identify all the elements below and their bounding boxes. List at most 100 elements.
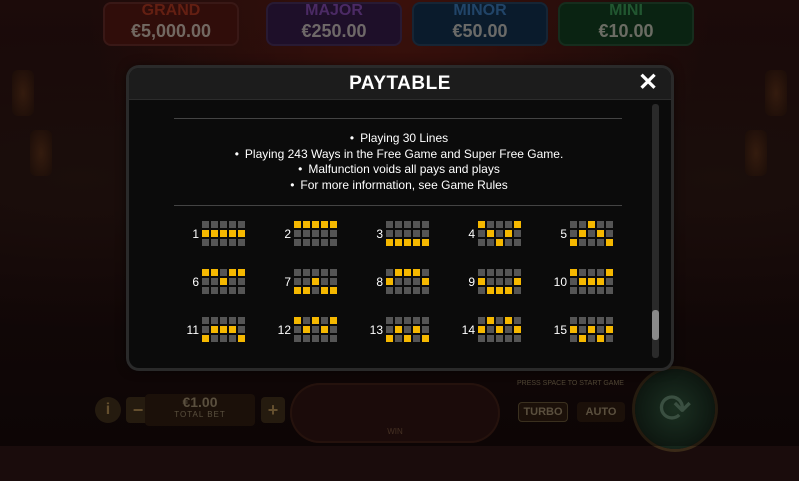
payline-cell	[395, 287, 402, 294]
payline-number: 13	[369, 323, 383, 337]
payline-cell	[303, 230, 310, 237]
payline-cell	[386, 230, 393, 237]
payline-cell	[413, 326, 420, 333]
payline-cell	[514, 326, 521, 333]
payline-cell	[395, 221, 402, 228]
scrollbar-thumb[interactable]	[652, 310, 659, 340]
payline-cell	[487, 278, 494, 285]
payline-number: 5	[560, 227, 567, 241]
payline-cell	[413, 317, 420, 324]
payline-cell	[238, 317, 245, 324]
payline-cell	[395, 230, 402, 237]
payline-number: 3	[376, 227, 383, 241]
payline-cell	[202, 239, 209, 246]
payline-cell	[514, 269, 521, 276]
payline-cell	[303, 239, 310, 246]
payline-cell	[478, 335, 485, 342]
payline-12: 12	[263, 315, 355, 345]
payline-cell	[303, 287, 310, 294]
payline-cell	[413, 239, 420, 246]
note-item: For more information, see Game Rules	[169, 178, 629, 194]
payline-cell	[422, 239, 429, 246]
payline-cell	[395, 239, 402, 246]
payline-cell	[570, 221, 577, 228]
payline-cell	[487, 326, 494, 333]
payline-cell	[330, 317, 337, 324]
payline-cell	[202, 335, 209, 342]
payline-cell	[220, 287, 227, 294]
payline-cell	[514, 287, 521, 294]
payline-cell	[588, 221, 595, 228]
payline-cell	[514, 278, 521, 285]
payline-cell	[570, 239, 577, 246]
payline-cell	[321, 230, 328, 237]
payline-cell	[321, 317, 328, 324]
payline-cell	[514, 230, 521, 237]
payline-cell	[330, 287, 337, 294]
payline-cell	[220, 278, 227, 285]
payline-cell	[294, 221, 301, 228]
payline-15: 15	[539, 315, 631, 345]
paytable-modal: PAYTABLE ✕ Playing 30 Lines Playing 243 …	[129, 68, 671, 368]
payline-cell	[330, 326, 337, 333]
payline-cell	[570, 335, 577, 342]
payline-cell	[229, 221, 236, 228]
payline-cell	[505, 221, 512, 228]
payline-number: 7	[284, 275, 291, 289]
payline-cell	[606, 278, 613, 285]
payline-cell	[588, 230, 595, 237]
payline-cell	[496, 230, 503, 237]
paytable-scrollbar[interactable]	[652, 104, 659, 358]
payline-cell	[211, 221, 218, 228]
payline-cell	[413, 287, 420, 294]
payline-8: 8	[355, 267, 447, 297]
close-icon[interactable]: ✕	[635, 69, 661, 97]
payline-cell	[487, 317, 494, 324]
payline-cell	[422, 278, 429, 285]
payline-cell	[202, 269, 209, 276]
payline-cell	[505, 230, 512, 237]
payline-cell	[211, 335, 218, 342]
payline-cell	[312, 239, 319, 246]
payline-cell	[597, 317, 604, 324]
note-item: Playing 243 Ways in the Free Game and Su…	[169, 147, 629, 163]
payline-number: 14	[461, 323, 475, 337]
payline-number: 8	[376, 275, 383, 289]
payline-cell	[478, 230, 485, 237]
payline-cell	[413, 221, 420, 228]
payline-cell	[211, 239, 218, 246]
payline-cell	[570, 278, 577, 285]
payline-cell	[606, 221, 613, 228]
payline-cell	[496, 221, 503, 228]
payline-cell	[220, 239, 227, 246]
payline-cell	[229, 269, 236, 276]
payline-cell	[238, 278, 245, 285]
payline-cell	[413, 335, 420, 342]
payline-cell	[238, 269, 245, 276]
payline-cell	[312, 326, 319, 333]
payline-cell	[386, 326, 393, 333]
payline-cell	[211, 326, 218, 333]
payline-cell	[588, 239, 595, 246]
payline-cell	[404, 278, 411, 285]
payline-cell	[321, 335, 328, 342]
payline-cell	[496, 278, 503, 285]
payline-cell	[211, 230, 218, 237]
payline-cell	[413, 269, 420, 276]
payline-cell	[505, 278, 512, 285]
payline-cell	[570, 326, 577, 333]
payline-cell	[514, 317, 521, 324]
payline-cell	[303, 326, 310, 333]
payline-cell	[312, 230, 319, 237]
payline-cell	[597, 278, 604, 285]
payline-cell	[321, 239, 328, 246]
payline-cell	[220, 317, 227, 324]
payline-cell	[579, 221, 586, 228]
payline-cell	[422, 335, 429, 342]
payline-cell	[422, 317, 429, 324]
payline-cell	[321, 221, 328, 228]
payline-cell	[478, 239, 485, 246]
payline-cell	[386, 269, 393, 276]
payline-cell	[330, 239, 337, 246]
payline-cell	[496, 326, 503, 333]
